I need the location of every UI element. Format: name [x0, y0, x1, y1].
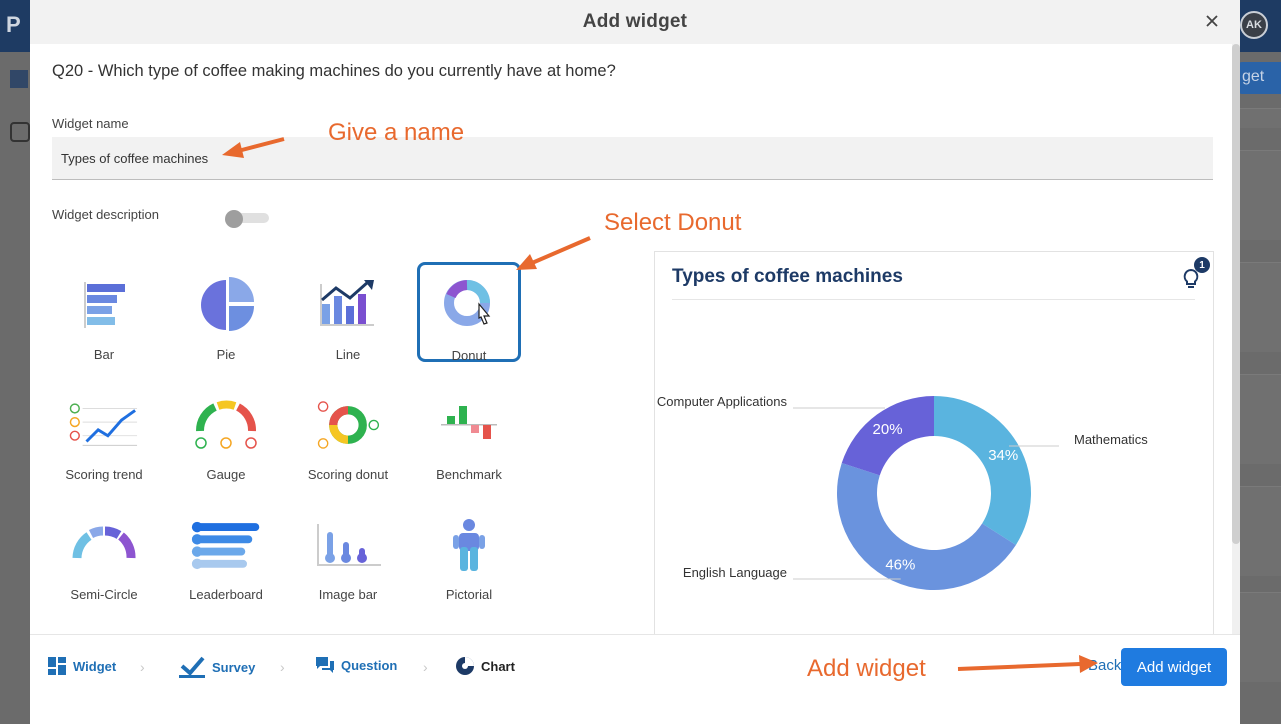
annotation-add-widget: Add widget — [807, 655, 926, 682]
question-chat-icon — [316, 657, 334, 673]
chart-type-label: Donut — [451, 348, 487, 363]
chart-type-bar[interactable]: Bar — [52, 262, 156, 362]
avatar[interactable]: AK — [1240, 11, 1268, 39]
widget-name-label: Widget name — [52, 116, 129, 131]
bar-chart-icon — [69, 276, 139, 333]
step-survey[interactable]: Survey — [178, 656, 255, 678]
chart-type-label: Semi-Circle — [70, 587, 138, 602]
background-add-widget-button: get — [1238, 62, 1281, 94]
chart-type-donut[interactable]: Donut — [417, 262, 521, 363]
app-logo: P — [6, 12, 21, 37]
chart-type-label: Pie — [216, 347, 236, 362]
question-text: Q20 - Which type of coffee making machin… — [52, 62, 616, 80]
donut-chart: 34% Mathematics 46% English Language 20% Comp… — [657, 394, 1148, 590]
chart-type-label: Leaderboard — [189, 587, 263, 602]
background-card — [1240, 374, 1281, 464]
chart-type-leaderboard[interactable]: Leaderboard — [174, 502, 278, 602]
step-label: Chart — [481, 658, 515, 674]
chart-type-label: Bar — [93, 347, 115, 362]
step-chart[interactable]: Chart — [455, 656, 515, 676]
modal-scrollbar[interactable] — [1232, 44, 1240, 634]
chart-type-label: Benchmark — [436, 467, 502, 482]
chart-type-label: Image bar — [318, 587, 378, 602]
donut-value-label: 34% — [988, 447, 1018, 464]
step-widget[interactable]: Widget — [47, 656, 116, 676]
background-button-label: get — [1242, 68, 1265, 85]
donut-category-label: Computer Applications — [657, 394, 788, 409]
chevron-right-icon: › — [140, 659, 145, 675]
donut-value-label: 20% — [873, 421, 903, 438]
modal-title: Add widget — [582, 11, 688, 32]
donut-category-label: English Language — [683, 565, 787, 580]
chevron-right-icon: › — [280, 659, 285, 675]
chart-type-scoring-donut[interactable]: Scoring donut — [296, 382, 400, 482]
scoring-trend-icon — [69, 396, 139, 453]
step-label: Question — [341, 657, 398, 673]
survey-check-icon — [179, 656, 205, 678]
semi-circle-icon — [69, 516, 139, 573]
widget-description-label: Widget description — [52, 207, 159, 222]
annotation-select-donut: Select Donut — [604, 209, 742, 236]
annotation-give-name: Give a name — [328, 119, 465, 146]
chart-type-image-bar[interactable]: Image bar — [296, 502, 400, 602]
background-card — [1240, 262, 1281, 352]
background-card — [1240, 150, 1281, 240]
pie-chart-icon — [191, 276, 261, 333]
chart-type-label: Scoring trend — [65, 467, 143, 482]
chart-type-benchmark[interactable]: Benchmark — [417, 382, 521, 482]
donut-chart-icon — [434, 276, 504, 334]
image-bar-icon — [313, 516, 383, 573]
chart-type-semi-circle[interactable]: Semi-Circle — [52, 502, 156, 602]
donut-slice[interactable] — [934, 396, 1031, 545]
background-card — [1240, 486, 1281, 576]
chart-type-scoring-trend[interactable]: Scoring trend — [52, 382, 156, 482]
add-widget-modal: Add widget Q20 - Which type of coffee ma… — [30, 0, 1240, 724]
chart-type-pie[interactable]: Pie — [174, 262, 278, 362]
chart-type-line[interactable]: Line — [296, 262, 400, 362]
leaderboard-icon — [191, 516, 261, 573]
back-button[interactable]: Back — [1088, 657, 1121, 674]
scan-icon — [10, 122, 30, 142]
step-label: Survey — [212, 659, 256, 675]
chart-type-label: Scoring donut — [307, 467, 389, 482]
widget-description-toggle[interactable] — [225, 210, 269, 228]
widget-grid-icon — [48, 657, 66, 675]
background-card — [1240, 592, 1281, 682]
chart-type-gauge[interactable]: Gauge — [174, 382, 278, 482]
donut-category-label: Mathematics — [1074, 432, 1148, 447]
toggle-knob — [225, 210, 243, 228]
modal-footer: Widget › Survey › Question › Chart Back … — [30, 634, 1240, 724]
scrollbar-thumb[interactable] — [1232, 44, 1240, 544]
close-icon — [1206, 15, 1218, 27]
background-card — [1240, 108, 1281, 128]
gauge-icon — [191, 396, 261, 453]
pictorial-icon — [434, 516, 504, 573]
chart-type-label: Pictorial — [445, 587, 493, 602]
dashboard-icon — [10, 70, 28, 88]
donut-value-label: 46% — [885, 556, 915, 573]
close-button[interactable] — [1202, 11, 1222, 31]
step-question[interactable]: Question — [315, 656, 397, 674]
benchmark-icon — [434, 396, 504, 453]
chart-preview-panel: Types of coffee machines 1 34% Mathematic… — [654, 251, 1214, 634]
add-widget-button[interactable]: Add widget — [1121, 648, 1227, 686]
chart-type-pictorial[interactable]: Pictorial — [417, 502, 521, 602]
chart-type-label: Gauge — [206, 467, 246, 482]
scoring-donut-icon — [313, 396, 383, 453]
chart-type-label: Line — [335, 347, 361, 362]
chevron-right-icon: › — [423, 659, 428, 675]
step-label: Widget — [73, 658, 117, 674]
modal-header: Add widget — [30, 0, 1240, 44]
chart-pie-icon — [456, 657, 474, 675]
widget-name-input[interactable] — [52, 137, 1213, 180]
line-chart-icon — [313, 276, 383, 333]
